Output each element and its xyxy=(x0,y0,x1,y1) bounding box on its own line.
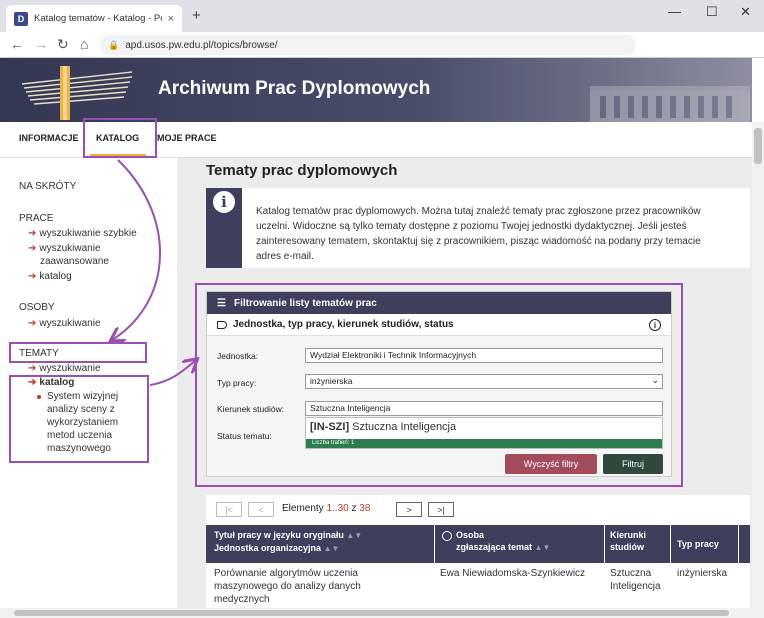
arrow-to-tematy xyxy=(112,159,161,340)
annotation-arrows xyxy=(0,159,764,386)
arrow-to-filter xyxy=(149,360,196,386)
